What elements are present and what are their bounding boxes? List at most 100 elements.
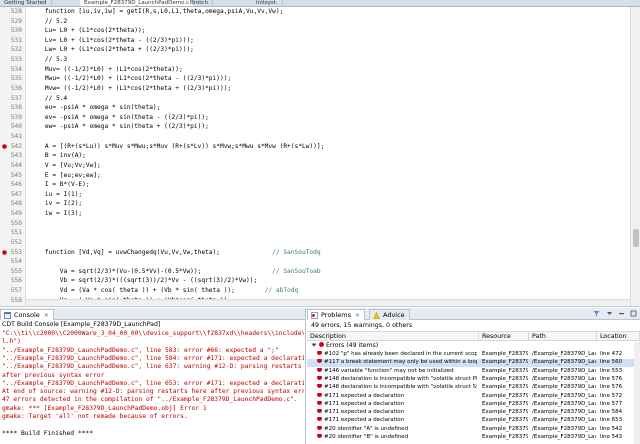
line-number: 545 bbox=[10, 171, 22, 179]
console-line: "../Example_F28379D_LaunchPadDemo.c", li… bbox=[2, 379, 304, 387]
code-line[interactable]: 528 function [iu,iv,iw] = getI(R,s,L0,L1… bbox=[0, 7, 628, 17]
problems-scrollbar[interactable] bbox=[634, 342, 640, 444]
problem-row[interactable]: #171 expected a declaration Example_F2837… bbox=[307, 392, 634, 401]
code-line[interactable]: 539 ev= -psiA * omega * sin(theta - ((2/… bbox=[0, 113, 628, 123]
code-line[interactable]: 547 iu = I(1); bbox=[0, 190, 628, 200]
collapse-toggle-icon[interactable] bbox=[311, 342, 317, 348]
problem-location-cell: line 584 bbox=[600, 409, 634, 417]
code-line[interactable]: 544 V = [Vu;Vv;Vw]; bbox=[0, 161, 628, 171]
problem-resource-cell: Example_F28379... bbox=[482, 351, 528, 359]
code-line[interactable]: 551 bbox=[0, 228, 628, 238]
column-header-resource[interactable]: Resource bbox=[479, 332, 529, 341]
problem-location-cell: line 572 bbox=[600, 393, 634, 401]
problems-icon bbox=[311, 312, 318, 319]
column-header-location[interactable]: Location bbox=[597, 332, 640, 341]
error-icon bbox=[317, 392, 322, 397]
close-icon[interactable]: ✕ bbox=[44, 312, 49, 319]
code-line[interactable]: 535 Mwu= ((-1/2)*L0) + (L1*cos(2*theta -… bbox=[0, 74, 628, 84]
view-menu-icon[interactable] bbox=[606, 310, 613, 317]
line-number: 530 bbox=[10, 27, 22, 35]
code-line[interactable]: 538 eu= -psiA * omega * sin(theta); bbox=[0, 103, 628, 113]
editor-horizontal-scrollbar[interactable] bbox=[26, 299, 630, 306]
code-line[interactable]: 530 Lu= L0 + (L1*cos(2*theta)); bbox=[0, 26, 628, 36]
problem-path: /Example_F28379D_Laun... bbox=[532, 367, 596, 374]
console-view: Console ✕ CDT Build Console [Example_F283… bbox=[0, 308, 306, 444]
problem-row[interactable]: #146 variable "function" may not be init… bbox=[307, 367, 634, 376]
error-icon bbox=[317, 425, 322, 430]
code-line[interactable]: 543 B = inv(A); bbox=[0, 151, 628, 161]
code-line[interactable]: 534 Muv= ((-1/2)*L0) + (L1*cos(2*theta))… bbox=[0, 65, 628, 75]
code-text: Lv= L0 + (L1*cos(2*theta - ((2/3)*pi))); bbox=[30, 36, 194, 46]
code-line[interactable]: 542 A = [(R+(s*Lu)) s*Muv s*Mwu;s*Muv (R… bbox=[0, 142, 628, 152]
code-line[interactable]: 541 bbox=[0, 132, 628, 142]
problem-row[interactable]: #117 a break statement may only be used … bbox=[307, 359, 634, 367]
line-number: 529 bbox=[10, 17, 22, 25]
code-editor[interactable]: 528 function [iu,iv,iw] = getI(R,s,L0,L1… bbox=[0, 7, 640, 307]
tab-console[interactable]: Console ✕ bbox=[0, 309, 54, 320]
code-text: I = B*(V-E); bbox=[30, 180, 90, 190]
editor-tab[interactable]: Getting Started bbox=[0, 0, 52, 6]
code-line[interactable]: 557 Vd = (Va * cos( theta )) + (Vb * sin… bbox=[0, 286, 628, 296]
problem-location: line 572 bbox=[600, 392, 623, 399]
problem-resource-cell: Example_F28379... bbox=[482, 434, 528, 442]
code-statement: V = [Vu;Vv;Vw]; bbox=[30, 161, 101, 169]
code-text: B = inv(A); bbox=[30, 151, 86, 161]
code-line[interactable]: 533 // 5.3 bbox=[0, 55, 628, 65]
code-line[interactable]: 555 Va = sqrt(2/3)*(Vu-(0.5*Vv)-(0.5*Vw)… bbox=[0, 267, 628, 277]
problem-path: /Example_F28379D_Laun... bbox=[532, 359, 596, 366]
code-line[interactable]: 553 function [Vd,Vq] = uvwChangedq(Vu,Vv… bbox=[0, 248, 628, 258]
code-comment: // abTodq bbox=[264, 286, 299, 294]
editor-tab[interactable]: Initsyst. bbox=[252, 0, 283, 6]
problem-location-cell: line 576 bbox=[600, 376, 634, 384]
code-line[interactable]: 545 E = [eu;ev;ew]; bbox=[0, 171, 628, 181]
maximize-icon[interactable] bbox=[630, 310, 637, 317]
console-line: l.h") bbox=[2, 338, 21, 346]
code-line[interactable]: 529 // 5.2 bbox=[0, 17, 628, 27]
column-header-path[interactable]: Path bbox=[529, 332, 597, 341]
console-line: 47 errors detected in the compilation of… bbox=[2, 396, 298, 404]
tab-advice[interactable]: Advice bbox=[369, 309, 410, 320]
code-line[interactable]: 532 Lw= L0 + (L1*cos(2*theta + ((2/3)*pi… bbox=[0, 45, 628, 55]
filter-icon[interactable] bbox=[593, 310, 600, 317]
line-number: 538 bbox=[10, 104, 22, 112]
close-icon[interactable]: ✕ bbox=[355, 312, 360, 319]
problem-resource-cell: Example_F28379... bbox=[482, 401, 528, 409]
code-line[interactable]: 546 I = B*(V-E); bbox=[0, 180, 628, 190]
code-text: iw = I(3); bbox=[30, 209, 82, 219]
code-statement: E = [eu;ev;ew]; bbox=[30, 171, 101, 179]
problem-row[interactable]: #102 "p" has already been declared in th… bbox=[307, 351, 634, 359]
tab-problems[interactable]: Problems ✕ bbox=[307, 309, 365, 320]
problem-row[interactable]: #171 expected a declaration Example_F2837… bbox=[307, 400, 634, 409]
errors-group-row[interactable]: Errors (49 items) bbox=[311, 341, 378, 350]
code-line[interactable]: 548 iv = I(2); bbox=[0, 199, 628, 209]
code-text: iv = I(2); bbox=[30, 199, 82, 209]
editor-vertical-scrollbar[interactable] bbox=[630, 7, 640, 306]
problem-row[interactable]: #148 declaration is incompatible with "v… bbox=[307, 384, 634, 392]
editor-tab[interactable]: Example_F28379D_LaunchPadDemo.c bbox=[80, 0, 195, 6]
code-line[interactable]: 552 bbox=[0, 238, 628, 248]
code-text: E = [eu;ev;ew]; bbox=[30, 171, 101, 181]
code-line[interactable]: 549 iw = I(3); bbox=[0, 209, 628, 219]
code-statement: iw = I(3); bbox=[30, 210, 83, 218]
tab-advice-label: Advice bbox=[383, 311, 405, 319]
code-statement: function [iu,iv,iw] = getI(R,s,L0,L1,the… bbox=[30, 8, 284, 15]
editor-tab[interactable]: Brotch bbox=[186, 0, 213, 6]
line-number: 550 bbox=[10, 219, 22, 227]
code-line[interactable]: 537 // 5.4 bbox=[0, 94, 628, 104]
editor-scroll-thumb[interactable] bbox=[633, 229, 639, 247]
tab-console-label: Console bbox=[14, 311, 40, 319]
code-line[interactable]: 531 Lv= L0 + (L1*cos(2*theta - ((2/3)*pi… bbox=[0, 36, 628, 46]
code-line[interactable]: 550 bbox=[0, 219, 628, 229]
problem-row[interactable]: #171 expected a declaration Example_F2837… bbox=[307, 417, 634, 425]
code-line[interactable]: 540 ew= -psiA * omega * sin(theta + ((2/… bbox=[0, 122, 628, 132]
problem-path: /Example_F28379D_Laun... bbox=[532, 384, 596, 391]
code-line[interactable]: 556 Vb = sqrt(2/3)*(((sqrt(3))/2)*Vv - (… bbox=[0, 276, 628, 286]
problem-row[interactable]: #20 identifier "A" is undefined Example_F… bbox=[307, 425, 634, 434]
column-header-description[interactable]: Description bbox=[307, 332, 479, 341]
code-line[interactable]: 536 Mvw= ((-1/2)*L0) + (L1*cos(2*theta +… bbox=[0, 84, 628, 94]
problem-row[interactable]: #148 declaration is incompatible with "v… bbox=[307, 375, 634, 384]
problem-row[interactable]: #20 identifier "B" is undefined Example_F… bbox=[307, 434, 634, 442]
minimize-icon[interactable] bbox=[618, 310, 625, 317]
problem-row[interactable]: #171 expected a declaration Example_F2837… bbox=[307, 409, 634, 417]
code-line[interactable]: 554 bbox=[0, 257, 628, 267]
